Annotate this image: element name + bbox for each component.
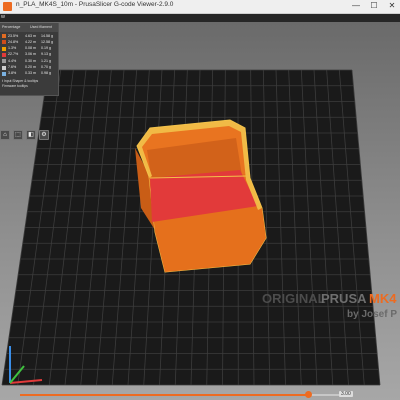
- legend-pct: 7.6%: [8, 65, 17, 69]
- legend-len: 0.20 m: [25, 65, 36, 69]
- legend-pct: 3.8%: [8, 71, 17, 76]
- legend-row: 24.8% 4.22 m 12.58 g: [0, 39, 58, 45]
- legend-swatch: [2, 40, 6, 45]
- legend-note-2: Firmware tooltips: [2, 84, 28, 88]
- bed-tagline: by Josef P: [347, 309, 397, 320]
- legend-row: 4.4% 0.30 m 1.21 g: [0, 58, 58, 64]
- legend-swatch: [2, 34, 6, 38]
- legend-row: 3.8% 0.33 m 0.98 g: [0, 71, 58, 77]
- legend-pct: 22.7%: [8, 52, 19, 57]
- legend-swatch: [2, 46, 6, 51]
- view-toolbar: ⌂ ⬚ ◧ ⚙: [0, 130, 49, 140]
- settings-button[interactable]: ⚙: [39, 130, 49, 140]
- layers-view-button[interactable]: ◧: [26, 130, 36, 140]
- bed-brand-prusa: PRUSA: [321, 291, 367, 306]
- legend-len: 4.22 m: [25, 39, 36, 44]
- horizontal-slider[interactable]: 3.00: [0, 390, 400, 400]
- legend-swatch: [2, 71, 6, 76]
- legend-wt: 9.13 g: [41, 52, 51, 57]
- legend-note: t Input Shaper & tooltips: [2, 79, 39, 83]
- legend-pct: 4.4%: [8, 58, 17, 63]
- legend-wt: 0.98 g: [41, 71, 51, 76]
- legend-len: 0.33 m: [25, 71, 36, 76]
- scene-canvas[interactable]: ORIGINAL PRUSA MK4 by Josef P: [0, 0, 400, 400]
- bed-view-button[interactable]: ⬚: [13, 130, 23, 140]
- bed-brand-original: ORIGINAL: [262, 291, 326, 306]
- legend-len: 4.63 m: [25, 33, 36, 38]
- legend-swatch: [2, 52, 6, 57]
- legend-len: 0.08 m: [25, 46, 36, 51]
- legend-row: 7.6% 0.20 m 0.70 g: [0, 65, 58, 71]
- legend-header: Percentage Used filament: [0, 23, 58, 32]
- legend-len: 0.30 m: [25, 58, 36, 63]
- legend-wt: 0.70 g: [41, 65, 51, 69]
- legend-row: 1.3% 0.08 m 0.19 g: [0, 46, 58, 52]
- slider-value: 3.00: [339, 391, 353, 397]
- legend-swatch: [2, 59, 6, 64]
- legend-swatch: [2, 65, 6, 70]
- legend-pct: 1.3%: [8, 46, 17, 51]
- home-view-button[interactable]: ⌂: [0, 130, 10, 140]
- legend-row: 23.5% 4.63 m 14.58 g: [0, 33, 58, 39]
- legend-row: 22.7% 3.06 m 9.13 g: [0, 52, 58, 58]
- legend-pct: 23.5%: [8, 33, 19, 38]
- legend-wt: 1.21 g: [41, 58, 51, 63]
- slider-fill: [20, 394, 309, 396]
- bed-brand-model: MK4: [369, 291, 397, 306]
- legend-wt: 14.58 g: [41, 33, 53, 38]
- legend-wt: 0.19 g: [41, 46, 51, 51]
- legend-panel: Percentage Used filament 23.5% 4.63 m 14.5…: [0, 23, 59, 96]
- legend-col-percentage: Percentage: [2, 25, 21, 29]
- slider-thumb[interactable]: [304, 391, 312, 398]
- legend-pct: 24.8%: [8, 39, 19, 44]
- legend-len: 3.06 m: [25, 52, 36, 57]
- legend-wt: 12.58 g: [41, 39, 53, 44]
- legend-col-used-filament: Used filament: [30, 25, 52, 29]
